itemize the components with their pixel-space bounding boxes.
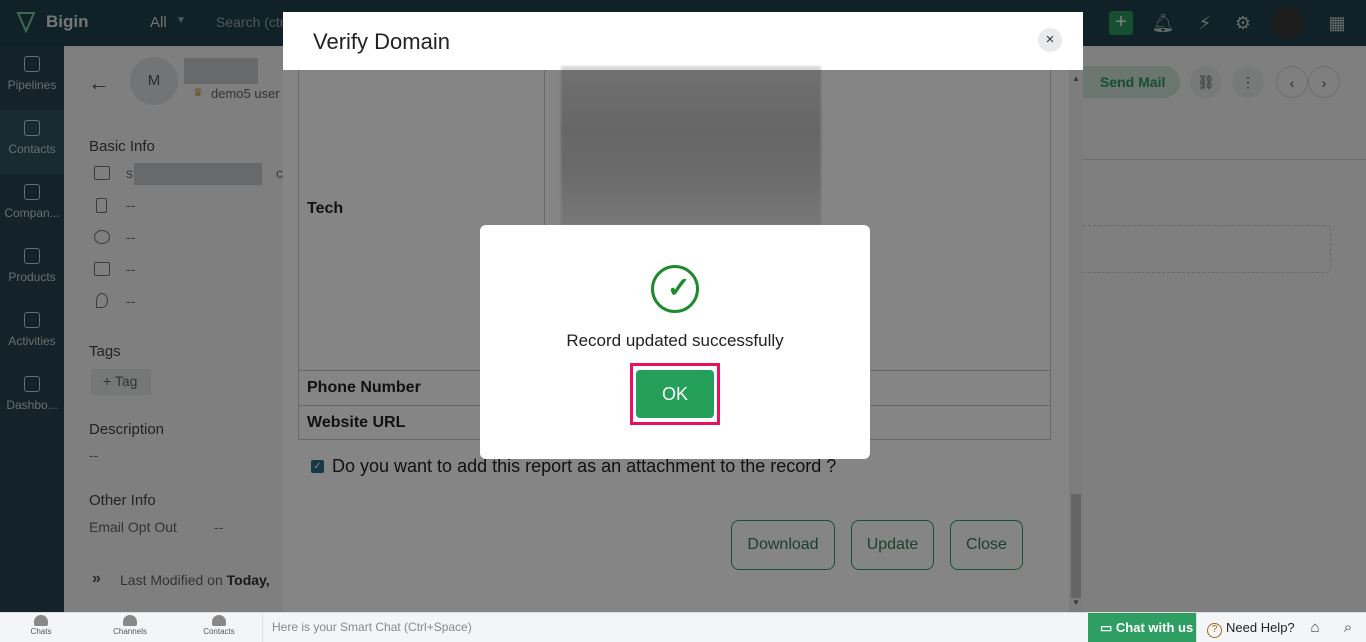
checkmark-icon: ✓: [667, 272, 691, 303]
bottom-bar: Chats Channels Contacts Here is your Sma…: [0, 612, 1366, 642]
need-help-label: Need Help?: [1226, 620, 1295, 635]
bottom-item-contacts[interactable]: Contacts: [189, 615, 249, 636]
chat-with-us-label: Chat with us: [1115, 620, 1194, 635]
chat-with-us-button[interactable]: ▭ Chat with us: [1088, 613, 1196, 642]
ok-button[interactable]: OK: [636, 370, 714, 418]
chats-icon: [34, 615, 48, 626]
search-icon[interactable]: ⌕: [1339, 619, 1357, 637]
success-message: Record updated successfully: [566, 331, 784, 350]
notes-icon[interactable]: ⌂: [1306, 619, 1324, 637]
smart-chat-input[interactable]: Here is your Smart Chat (Ctrl+Space): [262, 613, 1088, 642]
bottom-item-label: Contacts: [203, 627, 235, 636]
bottom-item-channels[interactable]: Channels: [100, 615, 160, 636]
checkmark-circle-icon: ✓: [651, 265, 699, 313]
success-dialog: ✓ Record updated successfully OK: [480, 225, 870, 459]
bottom-item-chats[interactable]: Chats: [11, 615, 71, 636]
modal-title: Verify Domain: [313, 29, 450, 54]
bottom-item-label: Chats: [30, 627, 52, 636]
channels-icon: [123, 615, 137, 626]
close-icon[interactable]: ×: [1038, 28, 1062, 52]
bottom-item-label: Channels: [113, 627, 147, 636]
contacts-icon: [212, 615, 226, 626]
help-icon: ?: [1207, 623, 1222, 638]
chat-bubble-icon: ▭: [1100, 620, 1116, 635]
need-help-button[interactable]: ? Need Help?: [1196, 613, 1300, 642]
modal-header: Verify Domain ×: [283, 12, 1083, 70]
